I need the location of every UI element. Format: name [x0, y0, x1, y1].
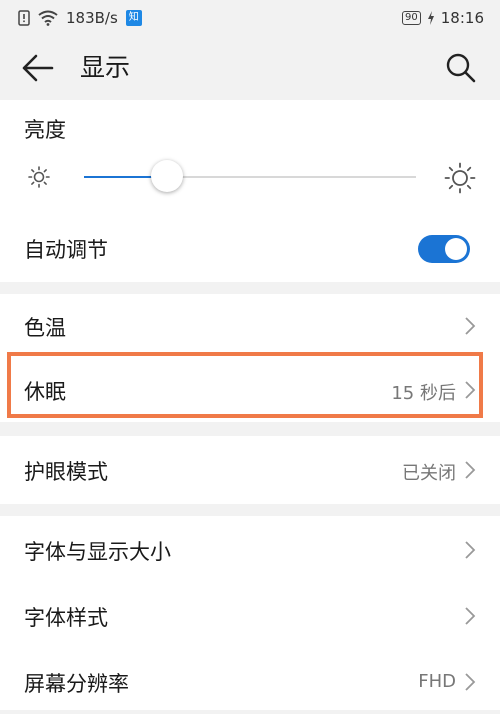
brightness-card: 亮度 自动调节: [0, 100, 500, 282]
battery-level: 90: [405, 12, 418, 23]
brightness-label: 亮度: [24, 118, 66, 142]
color-temperature-label: 色温: [24, 316, 66, 340]
screen-resolution-value: FHD: [418, 671, 456, 692]
eye-comfort-label: 护眼模式: [24, 460, 108, 484]
page-title: 显示: [80, 53, 131, 82]
screen-resolution-label: 屏幕分辨率: [24, 672, 129, 696]
search-icon: [446, 53, 476, 83]
display-settings-card: 色温 休眠 15 秒后: [0, 294, 500, 422]
auto-adjust-label: 自动调节: [24, 238, 108, 262]
brightness-low-icon: [28, 166, 50, 188]
auto-adjust-row: 自动调节: [0, 216, 500, 282]
back-arrow-icon: [22, 54, 54, 82]
eye-comfort-value: 已关闭: [402, 463, 456, 484]
app-bar: 显示: [0, 36, 500, 100]
chevron-right-icon: [465, 673, 476, 691]
search-button[interactable]: [444, 51, 478, 85]
color-temperature-row[interactable]: 色温: [0, 294, 500, 358]
chevron-right-icon: [465, 607, 476, 625]
battery-icon: 90: [402, 11, 421, 25]
sim-alert-icon: [18, 10, 30, 26]
font-display-size-row[interactable]: 字体与显示大小: [0, 518, 500, 582]
sleep-row[interactable]: 休眠 15 秒后: [0, 358, 500, 422]
status-left: 183B/s 知: [18, 9, 142, 27]
clock: 18:16: [440, 9, 484, 27]
brightness-high-icon: [444, 162, 476, 194]
font-display-size-label: 字体与显示大小: [24, 540, 171, 564]
eye-comfort-row[interactable]: 护眼模式 已关闭: [0, 438, 500, 502]
network-speed: 183B/s: [66, 9, 118, 27]
eye-comfort-card: 护眼模式 已关闭: [0, 436, 500, 504]
brightness-slider-row: [0, 158, 500, 198]
status-right: 90 18:16: [402, 9, 484, 27]
charging-icon: [427, 11, 435, 25]
back-button[interactable]: [20, 52, 56, 84]
chevron-right-icon: [465, 317, 476, 335]
status-bar: 183B/s 知 90 18:16: [0, 0, 500, 36]
font-settings-card: 字体与显示大小 字体样式 屏幕分辨率 FHD: [0, 516, 500, 710]
chevron-right-icon: [465, 461, 476, 479]
chevron-right-icon: [465, 541, 476, 559]
toggle-knob: [445, 238, 467, 260]
sleep-label: 休眠: [24, 380, 66, 404]
sleep-value: 15 秒后: [391, 383, 456, 404]
font-style-label: 字体样式: [24, 606, 108, 630]
brightness-slider[interactable]: [84, 160, 416, 192]
font-style-row[interactable]: 字体样式: [0, 584, 500, 648]
chevron-right-icon: [465, 381, 476, 399]
auto-adjust-toggle[interactable]: [418, 235, 470, 263]
zhihu-notification-icon: 知: [125, 10, 142, 26]
brightness-slider-thumb[interactable]: [151, 160, 183, 192]
wifi-icon: [38, 10, 58, 26]
screen-resolution-row[interactable]: 屏幕分辨率 FHD: [0, 650, 500, 714]
